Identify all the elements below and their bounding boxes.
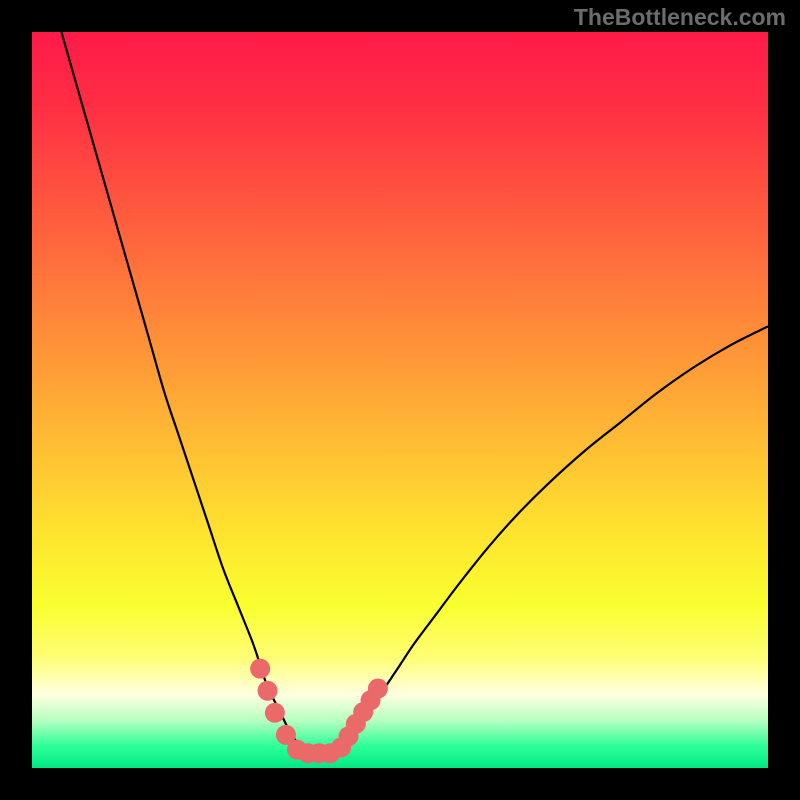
watermark-text: TheBottleneck.com — [574, 4, 786, 31]
plot-area — [32, 32, 768, 768]
bottleneck-chart — [32, 32, 768, 768]
curve-marker — [258, 681, 278, 701]
curve-marker — [265, 703, 285, 723]
gradient-background — [32, 32, 768, 768]
curve-marker — [368, 679, 388, 699]
outer-frame: TheBottleneck.com — [0, 0, 800, 800]
curve-marker — [250, 659, 270, 679]
